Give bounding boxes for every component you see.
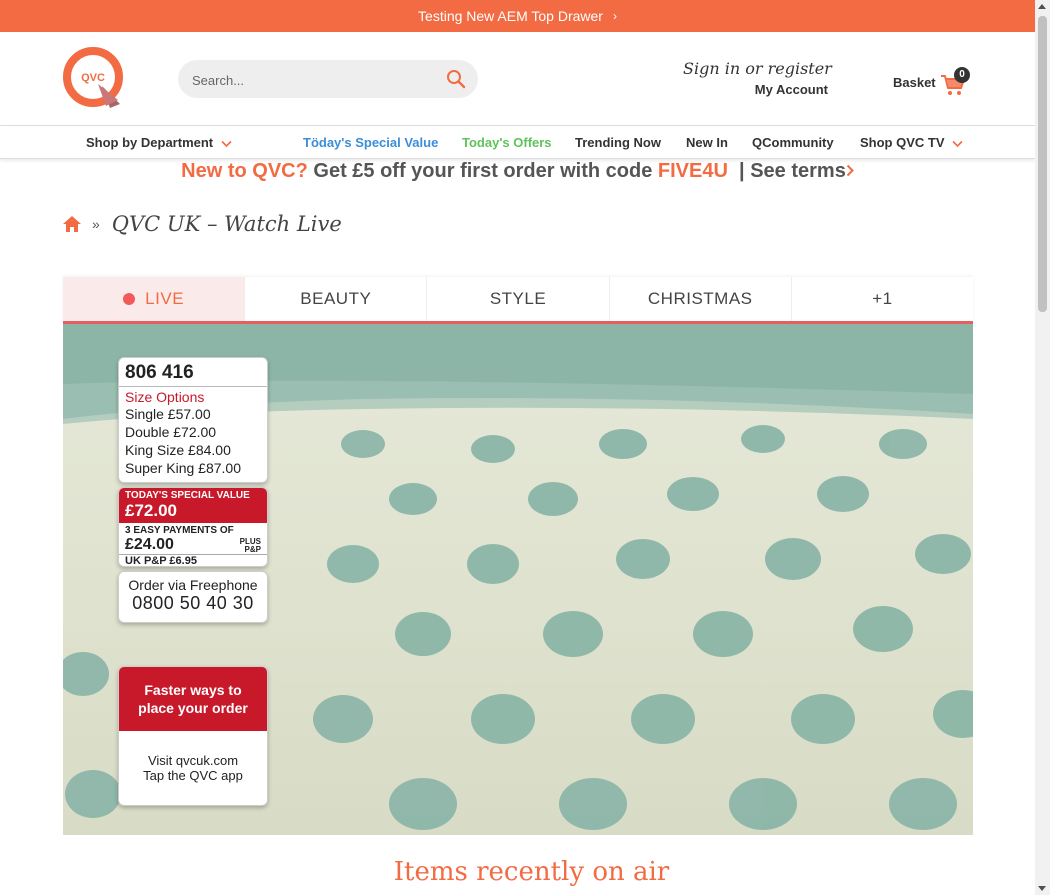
tab-beauty[interactable]: BEAUTY xyxy=(245,277,428,321)
search-bar xyxy=(178,60,478,100)
new-customer-promo: New to QVC? Get £5 off your first order … xyxy=(0,160,1035,183)
size-option: Super King £87.00 xyxy=(125,460,241,476)
item-number: 806 416 xyxy=(119,358,267,387)
tab-christmas[interactable]: CHRISTMAS xyxy=(609,277,792,321)
easy-pay-row: £24.00 PLUS P&P xyxy=(119,536,267,554)
account-menu[interactable]: Sign in or register My Account xyxy=(683,59,832,97)
channel-tabs: LIVE BEAUTY STYLE CHRISTMAS +1 xyxy=(63,277,974,324)
page-title: QVC UK – Watch Live xyxy=(111,212,342,236)
see-terms-link[interactable]: | See terms xyxy=(739,160,846,182)
faster-order-title: Faster ways to place your order xyxy=(119,667,267,731)
tab-style[interactable]: STYLE xyxy=(427,277,610,321)
nav-todays-offers[interactable]: Today's Offers xyxy=(462,135,552,150)
nav-new-in[interactable]: New In xyxy=(686,135,728,150)
top-drawer-text[interactable]: Testing New AEM Top Drawer xyxy=(418,8,603,24)
nav-trending-now[interactable]: Trending Now xyxy=(575,135,661,150)
tap-app-text: Tap the QVC app xyxy=(143,768,243,783)
nav-qcommunity[interactable]: QCommunity xyxy=(752,135,834,150)
basket-label[interactable]: Basket xyxy=(893,75,936,90)
tab-label: +1 xyxy=(872,289,893,308)
signin-link[interactable]: Sign in or register xyxy=(683,59,832,78)
promo-get: Get £5 off your first order with code xyxy=(313,160,653,182)
logo-text: QVC xyxy=(81,72,105,84)
breadcrumb: » QVC UK – Watch Live xyxy=(62,212,342,236)
tab-live[interactable]: LIVE xyxy=(63,277,246,321)
tsv-label: TODAY'S SPECIAL VALUE xyxy=(125,490,250,501)
nav-label: Shop QVC TV xyxy=(860,135,945,150)
size-option: King Size £84.00 xyxy=(125,442,231,458)
nav-shop-qvc-tv[interactable]: Shop QVC TV xyxy=(860,135,963,150)
search-icon[interactable] xyxy=(446,69,466,89)
nav-label: Shop by Department xyxy=(86,135,214,150)
tsv-header: TODAY'S SPECIAL VALUE £72.00 xyxy=(119,488,267,523)
main-nav: Shop by Department Töday's Special Value… xyxy=(0,126,1035,159)
chevron-down-icon xyxy=(952,140,963,147)
live-dot-icon xyxy=(123,293,136,305)
site-header: QVC Sign in or register My Account Baske… xyxy=(0,32,1035,126)
tsv-price: £72.00 xyxy=(125,501,177,520)
visit-site-text: Visit qvcuk.com xyxy=(147,753,239,768)
tsv-price-card: TODAY'S SPECIAL VALUE £72.00 3 EASY PAYM… xyxy=(118,487,268,567)
live-video-player[interactable]: 806 416 Size Options Single £57.00 Doubl… xyxy=(63,324,973,835)
home-icon[interactable] xyxy=(62,215,82,233)
scroll-down-arrow-icon[interactable] xyxy=(1038,886,1046,891)
tab-label: STYLE xyxy=(489,289,547,308)
tab-label: BEAUTY xyxy=(300,289,372,308)
qvc-logo[interactable]: QVC xyxy=(62,46,126,110)
freephone-number: 0800 50 40 30 xyxy=(132,593,254,613)
size-option: Double £72.00 xyxy=(125,424,217,440)
page-scrollbar[interactable] xyxy=(1035,0,1050,895)
tab-label: CHRISTMAS xyxy=(647,289,753,308)
freephone-card: Order via Freephone 0800 50 40 30 xyxy=(118,571,268,623)
recently-on-air-heading: Items recently on air xyxy=(393,857,670,887)
size-option: Single £57.00 xyxy=(125,406,211,422)
breadcrumb-separator: » xyxy=(92,216,100,232)
plus-pp: PLUS P&P xyxy=(240,538,261,554)
chevron-right-icon: › xyxy=(612,9,617,23)
order-via-label: Order via Freephone xyxy=(128,577,258,593)
scroll-up-arrow-icon[interactable] xyxy=(1038,4,1046,9)
easy-pay-amount: £24.00 xyxy=(125,536,174,553)
uk-pp: UK P&P £6.95 xyxy=(119,554,267,566)
nav-todays-special-value[interactable]: Töday's Special Value xyxy=(303,135,438,150)
top-drawer-banner[interactable]: Testing New AEM Top Drawer › xyxy=(0,0,1035,32)
scrollbar-thumb[interactable] xyxy=(1038,16,1047,312)
item-info-card: 806 416 Size Options Single £57.00 Doubl… xyxy=(118,357,268,483)
faster-order-card: Faster ways to place your order Visit qv… xyxy=(118,666,268,806)
chevron-right-icon[interactable] xyxy=(846,164,854,177)
search-input[interactable] xyxy=(190,60,434,100)
promo-new-to: New to QVC? xyxy=(181,160,308,182)
tab-label: LIVE xyxy=(145,289,185,308)
chevron-down-icon xyxy=(221,140,232,147)
size-options-title: Size Options xyxy=(125,389,205,405)
nav-shop-by-department[interactable]: Shop by Department xyxy=(86,135,232,150)
tab-plus-one[interactable]: +1 xyxy=(791,277,974,321)
basket-count-badge: 0 xyxy=(954,67,970,83)
page: Testing New AEM Top Drawer › QVC Sign in… xyxy=(0,0,1035,895)
pp-label: P&P xyxy=(244,545,261,554)
promo-code: FIVE4U xyxy=(657,160,728,182)
easy-pay-label: 3 EASY PAYMENTS OF xyxy=(125,525,234,536)
my-account-label[interactable]: My Account xyxy=(683,82,828,97)
